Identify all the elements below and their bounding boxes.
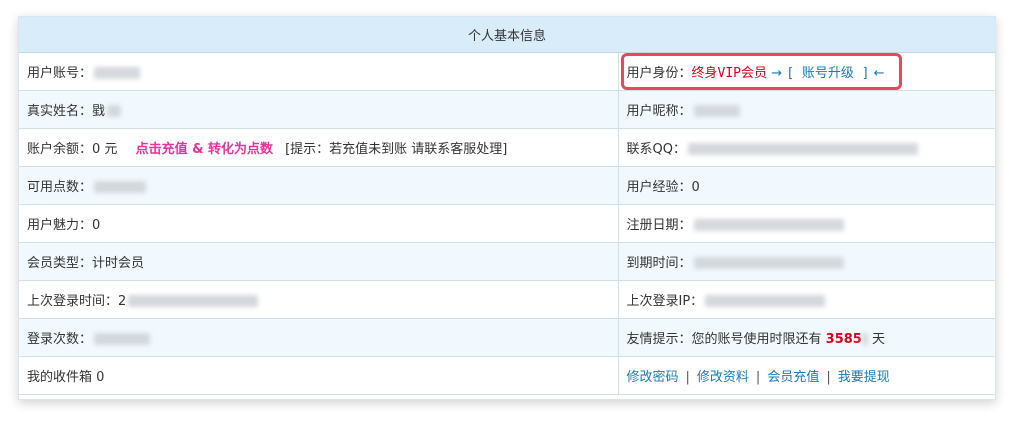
real-name-redacted	[107, 105, 122, 117]
qq-label: 联系QQ：	[626, 141, 686, 157]
expire-time-redacted	[693, 257, 844, 269]
table-row: 账户余额：0 元 点击充值 & 转化为点数 [提示：若充值未到账 请联系客服处理…	[19, 128, 996, 167]
member-type-cell: 会员类型：计时会员	[19, 242, 618, 281]
link-separator: |	[685, 369, 690, 385]
register-date-cell: 注册日期：	[617, 204, 996, 243]
real-name-cell: 真实姓名：戥	[19, 90, 618, 129]
login-count-cell: 登录次数：	[19, 318, 618, 357]
action-links-cell: 修改密码 | 修改资料 | 会员充值 | 我要提现	[617, 356, 996, 395]
identity-cell: 用户身份：终身VIP会员 → [ 账号升级 ] ←	[617, 52, 996, 91]
recharge-convert-link[interactable]: 点击充值 & 转化为点数	[136, 142, 273, 157]
recharge-hint: [提示：若充值未到账 请联系客服处理]	[285, 141, 508, 157]
user-info-panel: 个人基本信息 用户账号： 用户身份：终身VIP会员 → [ 账号升级 ] ← 真…	[18, 16, 996, 400]
table-row: 可用点数： 用户经验：0	[19, 166, 996, 205]
table-row: 登录次数： 友情提示：您的账号使用时限还有 3585 天	[19, 318, 996, 357]
qq-redacted	[687, 143, 918, 155]
withdraw-link[interactable]: 我要提现	[838, 370, 890, 385]
change-password-link[interactable]: 修改密码	[627, 370, 679, 385]
remaining-days: 3585	[825, 331, 862, 347]
last-login-ip-label: 上次登录IP：	[626, 293, 704, 309]
nickname-label: 用户昵称：	[626, 103, 692, 119]
member-type-value: 计时会员	[92, 255, 145, 271]
qq-cell: 联系QQ：	[617, 128, 996, 167]
identity-highlight: 用户身份：终身VIP会员 → [ 账号升级 ] ←	[620, 52, 902, 89]
days-unit: 天	[871, 331, 885, 347]
charm-label: 用户魅力：	[27, 217, 93, 233]
account-value-redacted	[94, 67, 141, 79]
login-count-label: 登录次数：	[27, 331, 93, 347]
table-header-row: 个人基本信息	[19, 17, 996, 53]
balance-label: 账户余额：	[27, 141, 93, 157]
expire-time-cell: 到期时间：	[617, 242, 996, 281]
page-title: 个人基本信息	[19, 17, 996, 53]
points-label: 可用点数：	[27, 179, 93, 195]
experience-label: 用户经验：	[626, 179, 692, 195]
last-login-time-prefix: 2	[118, 293, 127, 309]
real-name-label: 真实姓名：	[27, 103, 93, 119]
expire-time-label: 到期时间：	[626, 255, 692, 271]
charm-cell: 用户魅力：0	[19, 204, 618, 243]
last-login-ip-redacted	[705, 295, 826, 307]
account-upgrade-link[interactable]: [ 账号升级 ]	[786, 66, 869, 81]
experience-cell: 用户经验：0	[617, 166, 996, 205]
user-info-table: 个人基本信息 用户账号： 用户身份：终身VIP会员 → [ 账号升级 ] ← 真…	[19, 17, 996, 395]
table-row: 用户魅力：0 注册日期：	[19, 204, 996, 243]
link-separator: |	[755, 369, 761, 385]
time-limit-label: 友情提示：您的账号使用时限还有	[626, 331, 822, 347]
nickname-redacted	[693, 105, 740, 117]
inbox-label: 我的收件箱	[27, 369, 93, 385]
remaining-days-redacted	[861, 333, 868, 345]
account-label: 用户账号：	[27, 65, 93, 81]
inbox-cell: 我的收件箱 0	[19, 356, 618, 395]
balance-cell: 账户余额：0 元 点击充值 & 转化为点数 [提示：若充值未到账 请联系客服处理…	[19, 128, 618, 167]
points-cell: 可用点数：	[19, 166, 618, 205]
real-name-prefix: 戥	[92, 103, 106, 119]
table-row: 上次登录时间：2 上次登录IP：	[19, 280, 996, 319]
last-login-ip-cell: 上次登录IP：	[617, 280, 996, 319]
last-login-time-redacted	[128, 295, 259, 307]
link-separator: |	[826, 369, 831, 385]
table-row: 真实姓名：戥 用户昵称：	[19, 90, 996, 129]
points-redacted	[94, 181, 147, 193]
identity-label: 用户身份：	[626, 65, 692, 81]
nickname-cell: 用户昵称：	[617, 90, 996, 129]
identity-value: 终身VIP会员	[691, 65, 767, 81]
time-limit-cell: 友情提示：您的账号使用时限还有 3585 天	[617, 318, 996, 357]
member-type-label: 会员类型：	[27, 255, 93, 271]
arrow-right-icon: →	[771, 65, 783, 81]
table-row: 我的收件箱 0 修改密码 | 修改资料 | 会员充值 | 我要提现	[19, 356, 996, 395]
balance-value: 0 元	[92, 141, 118, 157]
table-row: 用户账号： 用户身份：终身VIP会员 → [ 账号升级 ] ←	[19, 52, 996, 91]
edit-profile-link[interactable]: 修改资料	[697, 370, 749, 385]
table-row: 会员类型：计时会员 到期时间：	[19, 242, 996, 281]
register-date-redacted	[693, 219, 844, 231]
login-count-redacted	[94, 333, 151, 345]
arrow-left-icon: ←	[873, 65, 885, 81]
account-cell: 用户账号：	[19, 52, 618, 91]
member-recharge-link[interactable]: 会员充值	[767, 370, 819, 385]
register-date-label: 注册日期：	[626, 217, 692, 233]
inbox-count: 0	[96, 369, 105, 385]
last-login-time-cell: 上次登录时间：2	[19, 280, 618, 319]
last-login-time-label: 上次登录时间：	[27, 293, 119, 309]
charm-value: 0	[92, 217, 101, 233]
experience-value: 0	[691, 179, 700, 195]
